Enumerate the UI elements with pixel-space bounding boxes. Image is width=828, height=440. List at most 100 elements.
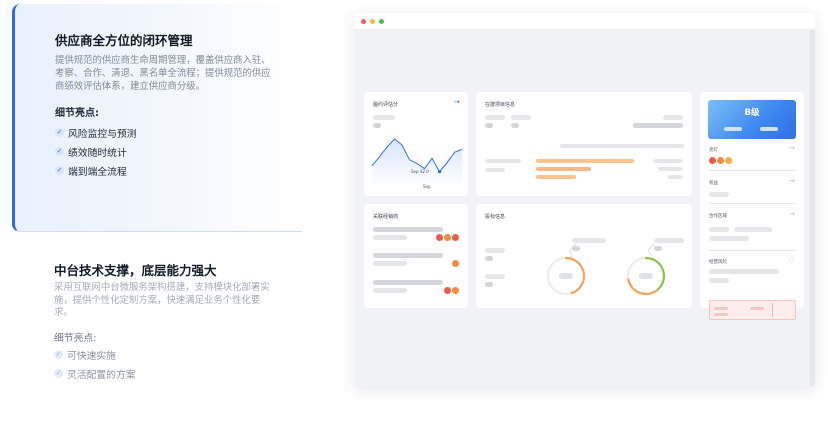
placeholder-bar [709,278,729,283]
placeholder-bar [373,227,443,232]
check-icon: ✓ [55,166,64,175]
highlight-item: ✓ 端到端全流程 [55,166,127,178]
placeholder-bar [511,115,531,120]
divider [709,250,796,251]
placeholder-bar [714,307,728,310]
check-icon: ✓ [55,147,64,156]
placeholder-bar [485,282,493,287]
placeholder-bar [373,123,381,128]
check-icon: ✓ [54,350,63,359]
bid-gauges [546,244,666,296]
placeholder-bar [373,253,443,258]
placeholder-bar [373,288,407,293]
progress-bar [536,175,576,179]
placeholder-bar [750,307,764,310]
status-dot [452,260,459,267]
performance-line-chart [371,138,463,188]
placeholder-bar [633,123,683,128]
coop-region-label: 合作区域 [709,214,727,219]
placeholder-bar [734,227,772,232]
panel-title: 在建项目信息 [485,102,516,108]
supplier-profile-panel: B级 亮灯 → 权益 → 合作区域 → 经营风险 ○ [700,92,804,320]
refresh-icon[interactable]: ○ [789,256,794,263]
arrow-right-icon[interactable]: → [789,210,795,218]
lights-label: 亮灯 [709,148,718,153]
arrow-right-icon[interactable]: → [789,177,795,185]
light-dot [709,157,716,164]
divider-bar [560,144,684,148]
performance-highlight-point[interactable] [437,170,442,174]
placeholder-bar [485,274,505,279]
placeholder-bar [668,175,683,179]
placeholder-bar [485,168,505,172]
project-panel: 在建项目信息 [476,92,692,196]
placeholder-bar [485,256,493,261]
highlight-item: ✓ 灵活配置的方案 [54,369,136,381]
divider [709,170,796,171]
progress-bar [536,159,634,163]
placeholder-bar [485,248,505,253]
chart-tooltip: Sep 42.0 [411,169,429,174]
operation-risk-label: 经营风险 [709,260,727,265]
placeholder-bar [709,269,779,274]
placeholder-bar [485,115,505,120]
gauge-pointer-line [647,244,655,251]
placeholder-bar [373,280,443,285]
close-dot-icon [361,18,366,24]
gauge-pointer-line [569,244,577,251]
placeholder-bar [654,238,684,243]
gauge-pointer-line [569,249,573,259]
minimize-dot-icon [370,18,375,24]
feature-card-closed-loop[interactable]: 供应商全方位的闭环管理 提供规范的供应商生命周期管理，覆盖供应商入驻、考察、合作… [12,4,302,232]
highlight-item: ✓ 风险监控与预测 [55,128,137,140]
placeholder-bar [653,159,683,163]
panel-title: 关联经销商 [373,214,399,220]
supplier-grade-card: B级 [708,100,796,139]
check-icon: ✓ [54,369,63,378]
performance-panel: 履约评估分 → Sep 42.0 Sep [364,92,468,196]
equity-label: 权益 [709,181,718,186]
supplier-grade: B级 [744,108,760,118]
placeholder-bar [709,236,749,241]
highlights-list: ✓ 风险监控与预测 ✓ 绩效随时统计 ✓ 端到端全流程 [55,123,137,180]
status-dot [452,234,459,241]
placeholder-bar [373,261,407,266]
gauge-value-pill [639,273,653,279]
light-dot [717,157,724,164]
risk-alert-box[interactable] [709,300,796,320]
divider [772,303,773,317]
arrow-right-icon[interactable]: → [789,144,795,152]
status-dot [444,234,451,241]
maximize-dot-icon [379,18,384,24]
highlight-item: ✓ 绩效随时统计 [55,147,127,159]
check-icon: ✓ [55,128,64,137]
feature-description: 提供规范的供应商生命周期管理，覆盖供应商入驻、考察、合作、清退、黑名单全流程；提… [55,55,271,92]
divider [709,203,796,204]
placeholder-bar [714,313,728,316]
highlight-item: ✓ 可快速实施 [54,350,116,362]
bid-panel: 投标信息 [476,204,692,308]
chart-axis-label: Sep [423,184,431,189]
feature-description: 采用互联网中台微服务架构搭建，支持模块化部署实施，提供个性化定制方案，快速满足业… [54,282,270,318]
status-dot [436,234,443,241]
status-dot [444,287,451,294]
placeholder-bar [485,123,493,128]
grade-pill [724,127,742,131]
grade-pill [760,127,778,131]
gauge-value-pill [559,273,573,279]
feature-card-middle-platform[interactable]: 中台技术支撑，底层能力强大 采用互联网中台微服务架构搭建，支持模块化部署实施，提… [12,244,302,394]
panel-title: 履约评估分 [373,102,399,108]
placeholder-bar [485,159,521,163]
placeholder-bar [572,238,606,243]
placeholder-bar [663,115,683,120]
arrow-right-icon[interactable]: → [454,98,460,106]
placeholder-bar [373,115,395,120]
highlights-title: 细节亮点: [54,333,97,344]
browser-title-bar [354,13,815,30]
placeholder-bar [709,227,729,232]
scrollbar[interactable] [810,30,815,387]
gauge-pointer-line [647,249,653,257]
highlights-list: ✓ 可快速实施 ✓ 灵活配置的方案 [54,345,136,383]
gauge-arc [627,278,659,296]
feature-title: 中台技术支撑，底层能力强大 [54,263,217,278]
